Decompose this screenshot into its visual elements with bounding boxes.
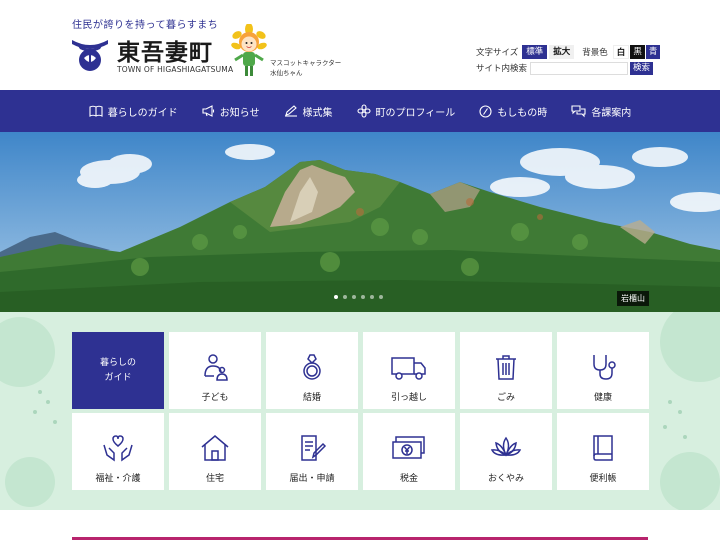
flower-icon [356,104,371,118]
search-label: サイト内検索 [476,64,528,74]
nav-item-label: 町のプロフィール [375,107,456,119]
nav-item-label: お知らせ [219,107,260,119]
tile-label: ごみ [496,393,515,403]
guide-title: 暮らしの ガイド [99,357,136,383]
tile-label: 子ども [201,393,229,403]
book-icon [89,105,103,117]
chat-icon [571,104,586,117]
tile-label: おくやみ [487,474,524,484]
bg-blue-button[interactable]: 青 [645,45,661,59]
nav-item-news[interactable]: お知らせ [190,90,272,132]
hero-mountain-image [0,132,720,312]
guide-tile-housing[interactable]: 住宅 [169,413,261,490]
accessibility-tools: 文字サイズ 標準 拡大 背景色 白 黒 青 [476,45,661,59]
house-icon [201,435,229,461]
slide-indicator [334,295,388,299]
stethoscope-icon [593,355,616,380]
font-large-button[interactable]: 拡大 [549,45,575,59]
global-nav: 暮らしのガイド お知らせ 様式集 町のプロフィール もしもの時 各課案内 [0,90,720,132]
guide-tile-applications[interactable]: 届出・申請 [266,413,358,490]
mascot-caption-name: 水仙ちゃん [270,69,303,77]
tile-label: 便利帳 [589,474,617,484]
nav-item-living-guide[interactable]: 暮らしのガイド [77,90,190,132]
document-pen-icon [301,435,327,461]
tile-label: 福祉・介護 [95,474,141,484]
guide-tile-marriage[interactable]: 結婚 [266,332,358,409]
mascot-caption: マスコットキャラクター 水仙ちゃん [270,58,341,78]
nav-item-label: もしもの時 [497,107,548,119]
search-input[interactable] [530,61,628,75]
font-size-label: 文字サイズ [476,48,519,58]
mascot-icon [231,24,267,76]
search-button[interactable]: 検索 [630,61,654,75]
site-search: サイト内検索 検索 [476,61,654,75]
slash-circle-icon [479,104,492,118]
tile-label: 結婚 [302,393,321,403]
tile-label: 引っ越し [390,393,427,403]
guide-tile-handbook[interactable]: 便利帳 [557,413,649,490]
bg-white-button[interactable]: 白 [612,45,630,59]
slide-dot-5[interactable] [370,295,374,299]
slide-dot-2[interactable] [343,295,347,299]
ring-icon [303,354,321,380]
hero-slideshow[interactable]: 岩櫃山 [0,132,720,312]
truck-icon [391,357,426,380]
nav-item-emergency[interactable]: もしもの時 [467,90,559,132]
guide-tile-moving[interactable]: 引っ越し [363,332,455,409]
town-name[interactable]: 東吾妻町 [117,33,213,67]
tile-label: 税金 [399,474,418,484]
guide-tile-condolences[interactable]: おくやみ [460,413,552,490]
site-header: 住民が誇りを持って暮らすまち 東吾妻町 TOWN OF HIGASHIAGATS… [0,0,720,90]
guide-tile-taxes[interactable]: 税金 [363,413,455,490]
lotus-icon [490,436,522,457]
slide-dot-3[interactable] [352,295,356,299]
guide-tile-garbage[interactable]: ごみ [460,332,552,409]
slide-dot-1[interactable] [334,295,338,299]
tile-label: 届出・申請 [289,474,335,484]
megaphone-icon [202,105,214,117]
tile-label: 健康 [593,393,612,403]
bg-color-label: 背景色 [582,48,608,58]
font-standard-button[interactable]: 標準 [522,45,548,59]
pen-icon [284,105,297,117]
town-emblem-icon[interactable] [70,36,110,72]
nav-item-label: 各課案内 [591,107,632,119]
next-section [0,510,720,540]
parent-child-icon [204,354,228,381]
guide-tile-welfare[interactable]: 福祉・介護 [72,413,164,490]
hands-heart-icon [103,435,133,462]
town-roman-name: TOWN OF HIGASHIAGATSUMA [117,65,234,74]
handbook-icon [593,435,613,461]
tagline: 住民が誇りを持って暮らすまち [72,20,219,31]
guide-title-tile[interactable]: 暮らしの ガイド [72,332,164,409]
slide-dot-4[interactable] [361,295,365,299]
tile-label: 住宅 [205,474,224,484]
mascot-caption-title: マスコットキャラクター [270,59,342,67]
living-guide-section: 暮らしの ガイド 子ども 結婚 引っ越し ごみ 健康 福祉・介護 住宅 届出・申… [0,312,720,510]
trash-icon [496,355,516,380]
guide-grid: 暮らしの ガイド 子ども 結婚 引っ越し ごみ 健康 福祉・介護 住宅 届出・申… [72,332,649,490]
nav-item-departments[interactable]: 各課案内 [559,90,643,132]
guide-tile-health[interactable]: 健康 [557,332,649,409]
nav-item-label: 様式集 [302,107,333,119]
nav-item-forms[interactable]: 様式集 [272,90,345,132]
nav-item-label: 暮らしのガイド [107,107,178,119]
nav-item-town-profile[interactable]: 町のプロフィール [345,90,468,132]
hero-caption: 岩櫃山 [617,291,649,306]
guide-tile-children[interactable]: 子ども [169,332,261,409]
bg-black-button[interactable]: 黒 [630,45,645,59]
yen-banknote-icon [392,436,425,459]
slide-dot-6[interactable] [379,295,383,299]
